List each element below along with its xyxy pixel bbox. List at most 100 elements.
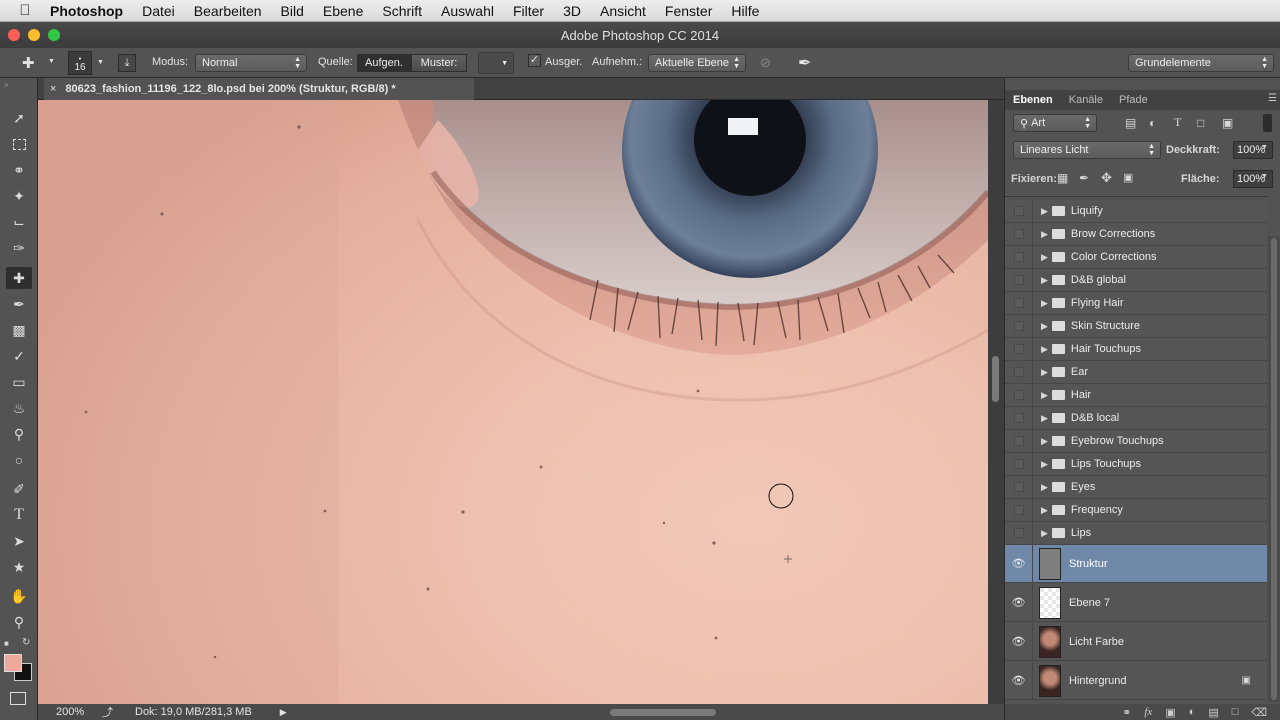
path-selection-tool-icon[interactable]: ➤	[6, 530, 32, 552]
expand-arrow-icon[interactable]: ▶	[1041, 252, 1048, 263]
expand-arrow-icon[interactable]: ▶	[1041, 298, 1048, 309]
layers-scrollbar[interactable]	[1268, 236, 1280, 702]
healing-brush-tool-icon[interactable]: ✚	[6, 267, 32, 289]
expand-arrow-icon[interactable]: ▶	[1041, 413, 1048, 424]
clone-source-panel-icon[interactable]: ⤓	[118, 54, 136, 72]
visibility-toggle[interactable]: 👁	[1005, 623, 1033, 660]
blend-mode-select[interactable]: Lineares Licht ▲ ▼	[1013, 141, 1161, 159]
brush-size-dropdown-icon[interactable]: ▼	[97, 59, 104, 66]
expand-arrow-icon[interactable]: ▶	[1041, 229, 1048, 240]
close-tab-icon[interactable]: ×	[50, 83, 56, 95]
marquee-tool-icon[interactable]	[6, 133, 32, 155]
layer-row-selected[interactable]: 👁 Struktur	[1005, 545, 1267, 583]
layer-group-row[interactable]: ▶ Lips Touchups	[1005, 453, 1267, 476]
zoom-level[interactable]: 200%	[56, 706, 90, 718]
aufnehm-select[interactable]: Aktuelle Ebene ▲ ▼	[648, 54, 746, 72]
visibility-toggle[interactable]	[1005, 384, 1033, 406]
document-canvas[interactable]	[38, 100, 988, 704]
tab-kanaele[interactable]: Kanäle	[1061, 94, 1111, 106]
tab-pfade[interactable]: Pfade	[1111, 94, 1156, 106]
crop-tool-icon[interactable]: ⌙	[6, 211, 32, 233]
pattern-picker[interactable]: ▼	[478, 52, 514, 74]
layer-group-row[interactable]: ▶ Eyebrow Touchups	[1005, 430, 1267, 453]
zoom-window-button[interactable]	[48, 29, 60, 41]
layer-row[interactable]: 👁 Ebene 7	[1005, 584, 1267, 622]
layer-group-row[interactable]: ▶ Hair Touchups	[1005, 338, 1267, 361]
minimize-window-button[interactable]	[28, 29, 40, 41]
ausger-checkbox[interactable]: ✓	[528, 54, 541, 67]
scrollbar-thumb[interactable]	[992, 356, 999, 402]
opacity-dropdown-icon[interactable]: ▼	[1261, 144, 1268, 151]
layer-group-row[interactable]: ▶ Color Corrections	[1005, 246, 1267, 269]
expand-arrow-icon[interactable]: ▶	[1041, 436, 1048, 447]
zoom-tool-icon[interactable]: ⚲	[6, 611, 32, 633]
layers-scrollbar-thumb[interactable]	[1271, 238, 1277, 700]
fill-dropdown-icon[interactable]: ▼	[1261, 173, 1268, 180]
visibility-toggle[interactable]: 👁	[1005, 584, 1033, 621]
filter-pixel-icon[interactable]: ▤	[1125, 116, 1136, 130]
expand-arrow-icon[interactable]: ▶	[1041, 528, 1048, 539]
visibility-toggle[interactable]	[1005, 361, 1033, 383]
visibility-toggle[interactable]	[1005, 453, 1033, 475]
visibility-toggle[interactable]	[1005, 476, 1033, 498]
quick-selection-tool-icon[interactable]: ✦	[6, 185, 32, 207]
filter-smart-object-icon[interactable]: ▣	[1222, 116, 1233, 130]
menu-filter[interactable]: Filter	[513, 3, 544, 19]
menu-schrift[interactable]: Schrift	[382, 3, 422, 19]
expand-arrow-icon[interactable]: ▶	[1041, 321, 1048, 332]
layer-group-row[interactable]: ▶ Brow Corrections	[1005, 223, 1267, 246]
filter-toggle[interactable]	[1263, 114, 1272, 132]
menu-ebene[interactable]: Ebene	[323, 3, 363, 19]
visibility-toggle[interactable]	[1005, 499, 1033, 521]
lock-image-icon[interactable]: ✒	[1079, 171, 1089, 185]
brush-size-picker[interactable]: ● 16	[68, 51, 92, 75]
canvas-vertical-scrollbar[interactable]	[988, 100, 1004, 704]
menu-bild[interactable]: Bild	[281, 3, 304, 19]
muster-button[interactable]: Muster:	[411, 54, 467, 72]
visibility-toggle[interactable]	[1005, 407, 1033, 429]
visibility-toggle[interactable]	[1005, 315, 1033, 337]
eraser-tool-icon[interactable]: ▭	[6, 371, 32, 393]
visibility-toggle[interactable]: 👁	[1005, 545, 1033, 582]
horizontal-scrollbar-thumb[interactable]	[610, 709, 716, 716]
swap-colors-icon[interactable]: ↻	[22, 637, 30, 648]
brush-tool-icon[interactable]: ✒	[6, 293, 32, 315]
pressure-size-icon[interactable]: ✒	[798, 53, 811, 73]
dodge-tool-icon[interactable]: ⚲	[6, 423, 32, 445]
aufgen-button[interactable]: Aufgen.	[357, 54, 411, 72]
fx-icon[interactable]: fx	[1144, 706, 1152, 718]
status-menu-arrow-icon[interactable]: ▶	[280, 707, 287, 718]
layer-group-row[interactable]: ▶ Hair	[1005, 384, 1267, 407]
expand-arrow-icon[interactable]: ▶	[1041, 367, 1048, 378]
visibility-toggle[interactable]: 👁	[1005, 662, 1033, 699]
visibility-toggle[interactable]	[1005, 522, 1033, 544]
expand-arrow-icon[interactable]: ▶	[1041, 390, 1048, 401]
foreground-color-swatch[interactable]	[4, 654, 22, 672]
menu-auswahl[interactable]: Auswahl	[441, 3, 494, 19]
layer-group-row[interactable]: ▶ Flying Hair	[1005, 292, 1267, 315]
filter-shape-icon[interactable]: □	[1197, 116, 1204, 130]
layer-group-row[interactable]: ▶ Skin Structure	[1005, 315, 1267, 338]
tab-ebenen[interactable]: Ebenen	[1005, 94, 1061, 106]
eyedropper-tool-icon[interactable]: ✑	[6, 237, 32, 259]
type-tool-icon[interactable]: T	[6, 504, 32, 526]
lock-all-icon[interactable]: ▣	[1123, 171, 1133, 184]
layer-group-row[interactable]: ▶ Lips	[1005, 522, 1267, 545]
visibility-toggle[interactable]	[1005, 246, 1033, 268]
filter-type-icon[interactable]: T	[1174, 115, 1181, 130]
layer-group-row[interactable]: ▶ Liquify	[1005, 200, 1267, 223]
menu-app-name[interactable]: Photoshop	[50, 3, 123, 19]
tool-preset-dropdown-icon[interactable]: ▼	[48, 58, 55, 65]
healing-brush-icon[interactable]: ✚	[22, 54, 35, 72]
clone-stamp-tool-icon[interactable]: ▩	[6, 319, 32, 341]
layer-row[interactable]: 👁 Hintergrund ▣	[1005, 662, 1267, 700]
default-colors-icon[interactable]: ■	[4, 639, 9, 648]
adjustment-icon[interactable]: ◐	[1189, 706, 1196, 718]
menu-hilfe[interactable]: Hilfe	[731, 3, 759, 19]
menu-datei[interactable]: Datei	[142, 3, 175, 19]
menu-bearbeiten[interactable]: Bearbeiten	[194, 3, 262, 19]
history-brush-tool-icon[interactable]: ✓	[6, 345, 32, 367]
layer-group-row[interactable]: ▶ Frequency	[1005, 499, 1267, 522]
apple-icon[interactable]: 	[0, 2, 50, 19]
trash-icon[interactable]: ⌫	[1251, 706, 1267, 719]
